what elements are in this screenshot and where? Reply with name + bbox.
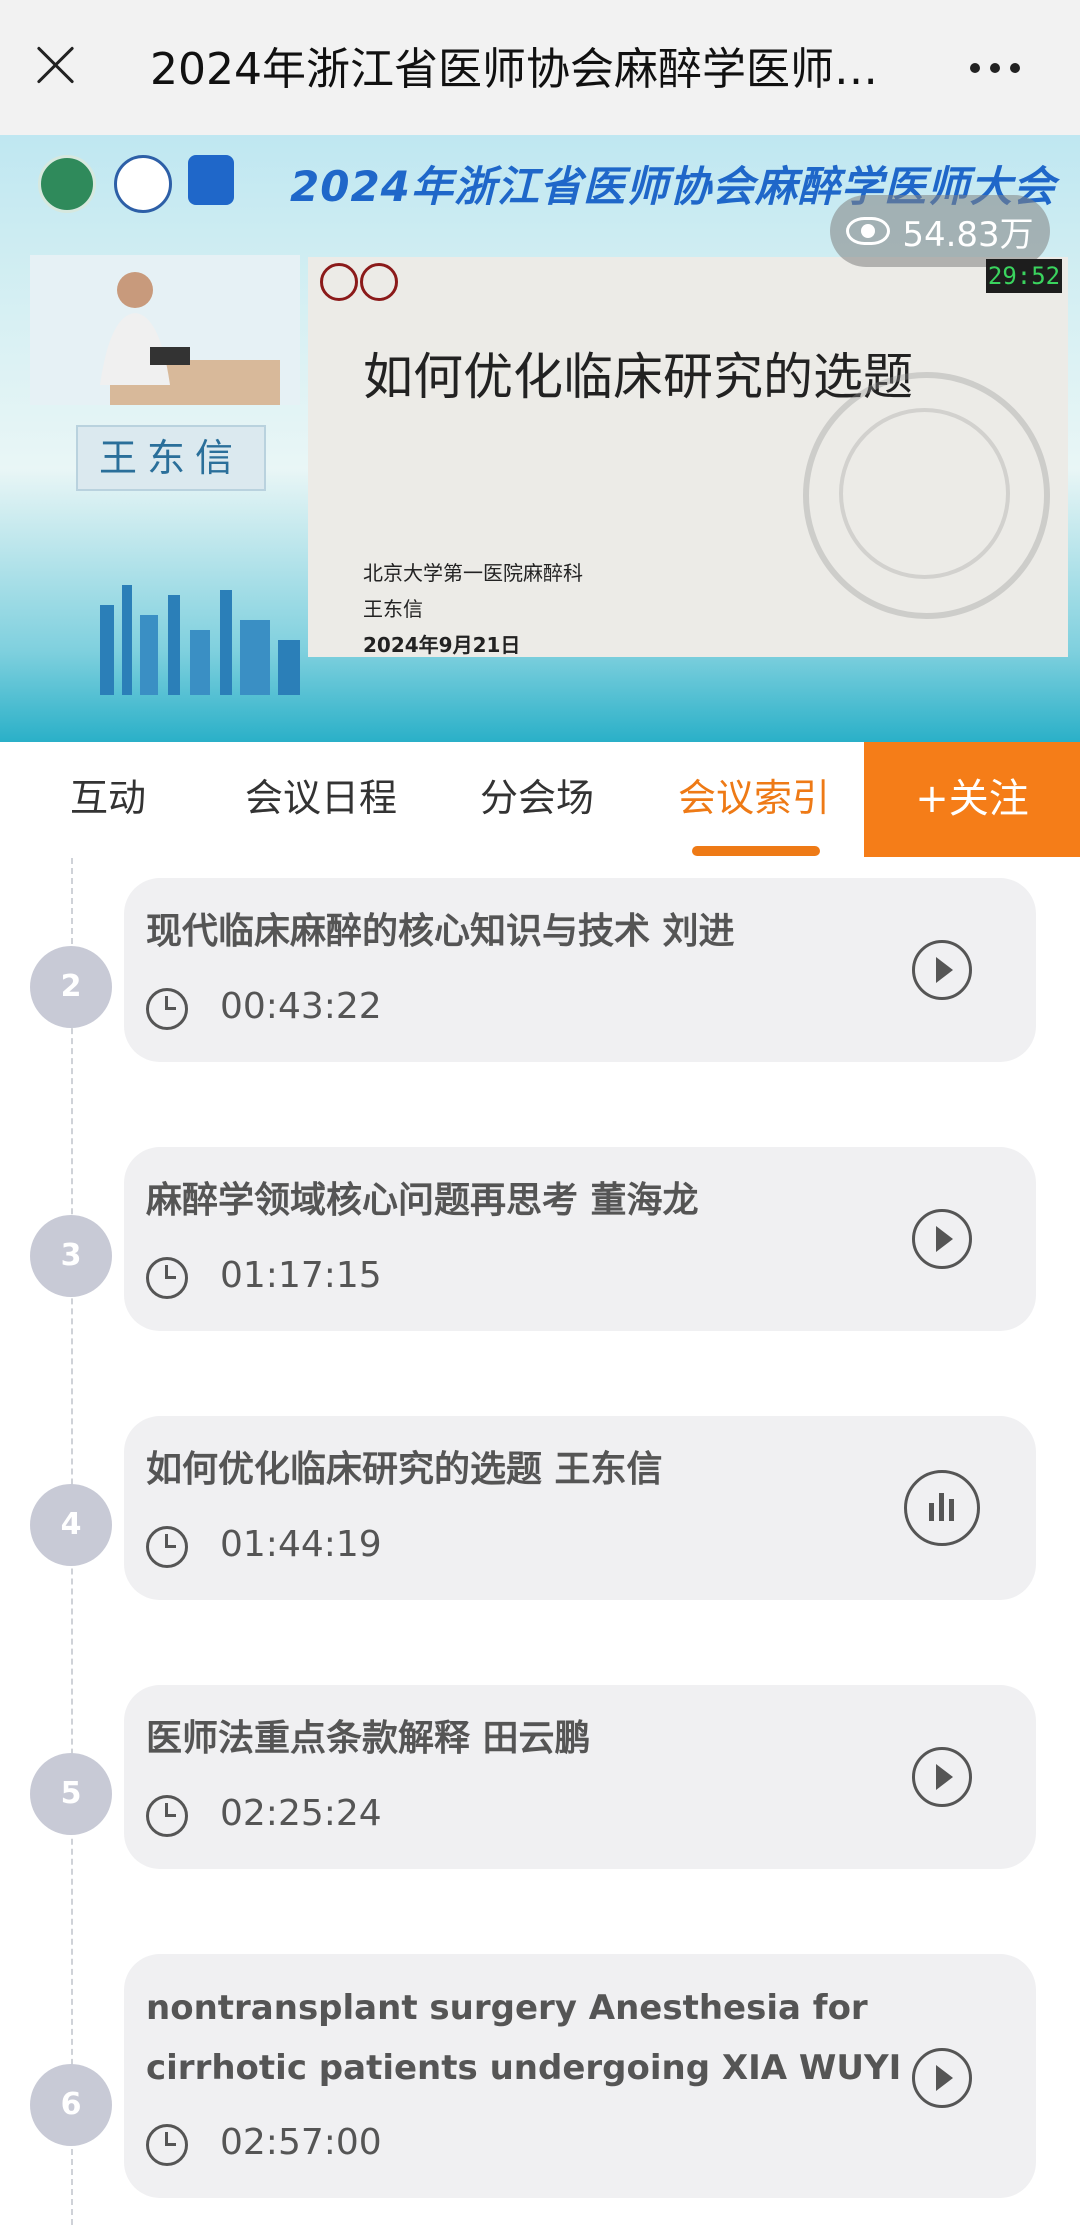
item-duration: 01:17:15 [220, 1255, 382, 1296]
clock-icon [146, 2124, 188, 2166]
speaker-name-plate: 王东信 [76, 425, 266, 491]
play-icon[interactable] [912, 1747, 972, 1807]
view-count: 54.83万 [902, 214, 1034, 255]
tab-interaction[interactable]: 互动 [70, 742, 146, 857]
item-number: 3 [30, 1215, 112, 1297]
university-logo-icon [320, 263, 358, 301]
view-count-badge: 54.83万 [830, 195, 1050, 267]
seal-watermark-icon [803, 372, 1050, 619]
slide-presenter: 王东信 [363, 597, 423, 621]
play-icon[interactable] [912, 2048, 972, 2108]
speaker-camera-view [30, 255, 300, 405]
more-icon[interactable] [970, 56, 1040, 80]
now-playing-icon[interactable] [904, 1470, 980, 1546]
item-number: 5 [30, 1753, 112, 1835]
item-title: 如何优化临床研究的选题 王东信 [146, 1449, 663, 1490]
active-tab-indicator [692, 846, 820, 856]
schedule-card[interactable]: 医师法重点条款解释 田云鹏 02:25:24 [124, 1685, 1036, 1869]
item-number: 6 [30, 2064, 112, 2146]
presentation-slide: 如何优化临床研究的选题 北京大学第一医院麻醉科 王东信 2024年9月21日 [308, 257, 1068, 657]
speaker-figure-icon [30, 255, 300, 405]
countdown-timer: 29:52 [986, 259, 1062, 293]
item-duration: 02:25:24 [220, 1793, 382, 1834]
schedule-card[interactable]: 如何优化临床研究的选题 王东信 01:44:19 [124, 1416, 1036, 1600]
follow-button[interactable]: +关注 [864, 742, 1080, 857]
tab-index[interactable]: 会议索引 [678, 742, 830, 857]
item-title: 现代临床麻醉的核心知识与技术 刘进 [146, 911, 735, 952]
clock-icon [146, 1795, 188, 1837]
item-title: nontransplant surgery Anesthesia for cir… [146, 1988, 902, 2088]
clock-icon [146, 988, 188, 1030]
video-player[interactable]: 2024年浙江省医师协会麻醉学医师大会 王东信 如何优化临床研究的选题 北京大学… [0, 135, 1080, 742]
z-logo-icon [188, 155, 234, 205]
item-duration: 02:57:00 [220, 2122, 382, 2163]
slide-title: 如何优化临床研究的选题 [363, 348, 913, 406]
clock-icon [146, 1257, 188, 1299]
tab-schedule[interactable]: 会议日程 [245, 742, 397, 857]
close-icon[interactable] [24, 34, 86, 96]
schedule-card[interactable]: nontransplant surgery Anesthesia for cir… [124, 1954, 1036, 2198]
item-title: 麻醉学领域核心问题再思考 董海龙 [146, 1180, 699, 1221]
clock-icon [146, 1526, 188, 1568]
item-duration: 00:43:22 [220, 986, 382, 1027]
schedule-card[interactable]: 现代临床麻醉的核心知识与技术 刘进 00:43:22 [124, 878, 1036, 1062]
tab-sub-venue[interactable]: 分会场 [480, 742, 594, 857]
eye-icon [846, 217, 891, 245]
cmda-logo-icon [38, 155, 96, 213]
schedule-card[interactable]: 麻醉学领域核心问题再思考 董海龙 01:17:15 [124, 1147, 1036, 1331]
slide-department: 北京大学第一医院麻醉科 [363, 561, 583, 585]
item-title: 医师法重点条款解释 田云鹏 [146, 1718, 591, 1759]
item-number: 2 [30, 946, 112, 1028]
item-number: 4 [30, 1484, 112, 1566]
play-icon[interactable] [912, 1209, 972, 1269]
hospital-logo-icon [360, 263, 398, 301]
play-icon[interactable] [912, 940, 972, 1000]
item-duration: 01:44:19 [220, 1524, 382, 1565]
skyline-icon [100, 585, 300, 695]
association-logo-icon [114, 155, 172, 213]
top-bar: 2024年浙江省医师协会麻醉学医师大会 [0, 0, 1080, 135]
slide-date: 2024年9月21日 [363, 633, 521, 657]
page-title: 2024年浙江省医师协会麻醉学医师大会 [150, 44, 910, 95]
